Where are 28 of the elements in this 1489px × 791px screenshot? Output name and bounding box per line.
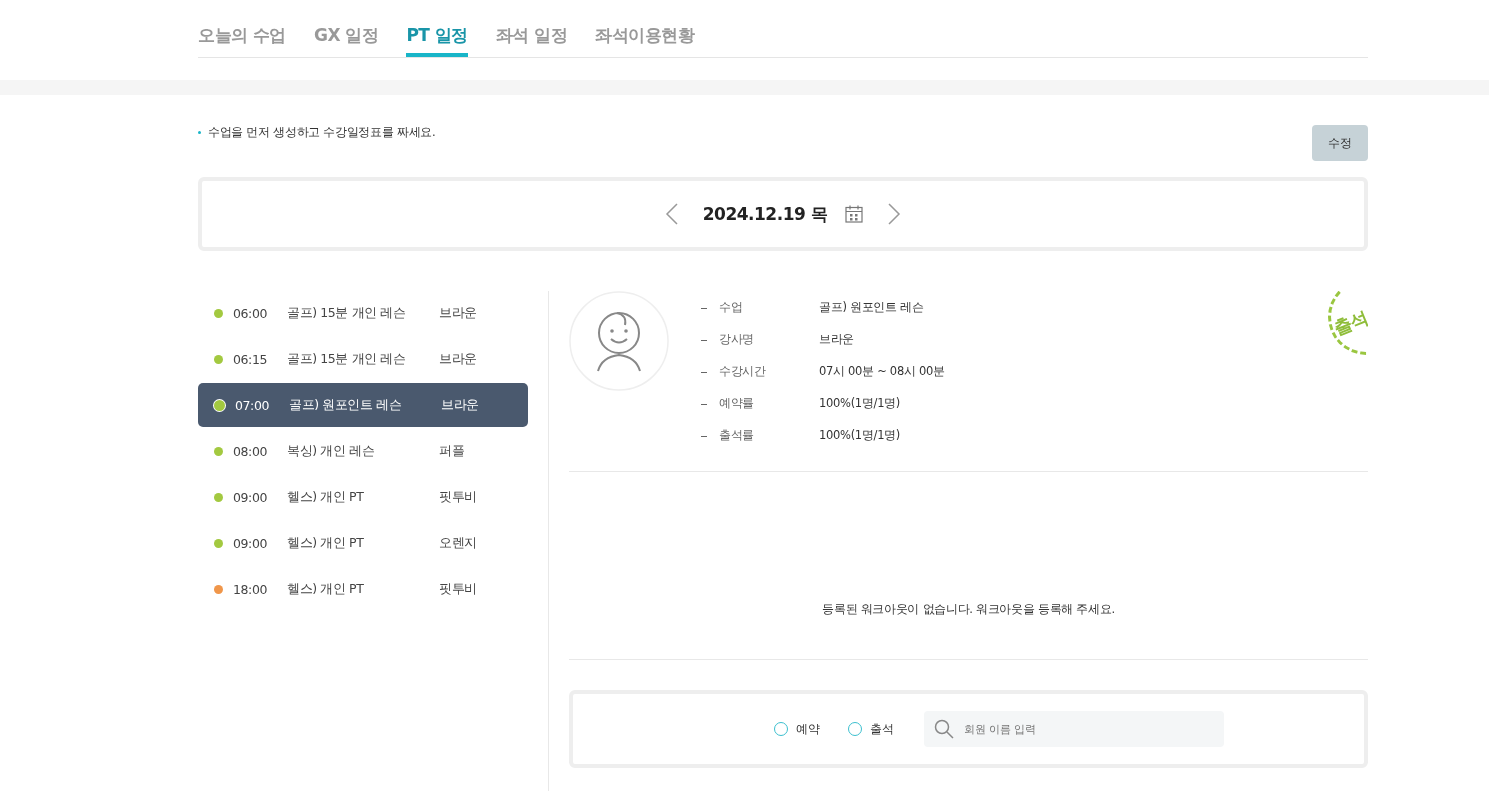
- detail-value: 브라운: [819, 332, 855, 347]
- schedule-item[interactable]: 18:00 헬스) 개인 PT 핏투비: [198, 567, 528, 611]
- detail-label: 수강시간: [719, 364, 767, 379]
- detail-value: 100%(1명/1명): [819, 396, 901, 411]
- schedule-item[interactable]: 06:15 골프) 15분 개인 레슨 브라운: [198, 337, 528, 381]
- edit-button[interactable]: 수정: [1312, 125, 1368, 161]
- tab[interactable]: PT 일정: [406, 24, 468, 57]
- schedule-item[interactable]: 07:00 골프) 원포인트 레슨 브라운: [198, 383, 528, 427]
- schedule-item[interactable]: 08:00 복싱) 개인 레슨 퍼플: [198, 429, 528, 473]
- detail-value: 07시 00분 ~ 08시 00분: [819, 364, 945, 379]
- avatar-icon: [569, 291, 669, 391]
- calendar-icon[interactable]: [845, 205, 864, 223]
- detail-label: 출석률: [719, 428, 756, 443]
- detail-value: 골프) 원포인트 레슨: [819, 300, 924, 315]
- attendance-stamp: 출석: [1328, 291, 1368, 355]
- detail-label: 예약률: [719, 396, 756, 411]
- search-field[interactable]: 회원 이름 입력: [923, 711, 1224, 747]
- schedule-item[interactable]: 09:00 헬스) 개인 PT 핏투비: [198, 475, 528, 519]
- radio-label: 출석: [869, 720, 894, 738]
- detail-label: 수업: [719, 300, 744, 315]
- detail-value: 100%(1명/1명): [819, 428, 901, 443]
- detail-label: 강사명: [719, 332, 756, 347]
- radio-label: 예약: [795, 720, 820, 738]
- date-text: 2024.12.19 목: [702, 202, 828, 226]
- schedule-item[interactable]: 09:00 헬스) 개인 PT 오렌지: [198, 521, 528, 565]
- empty-message: 등록된 워크아웃이 없습니다. 워크아웃을 등록해 주세요.: [822, 602, 1115, 617]
- notice-text: 수업을 먼저 생성하고 수강일정표를 짜세요.: [198, 125, 436, 140]
- schedule-item[interactable]: 06:00 골프) 15분 개인 레슨 브라운: [198, 291, 528, 335]
